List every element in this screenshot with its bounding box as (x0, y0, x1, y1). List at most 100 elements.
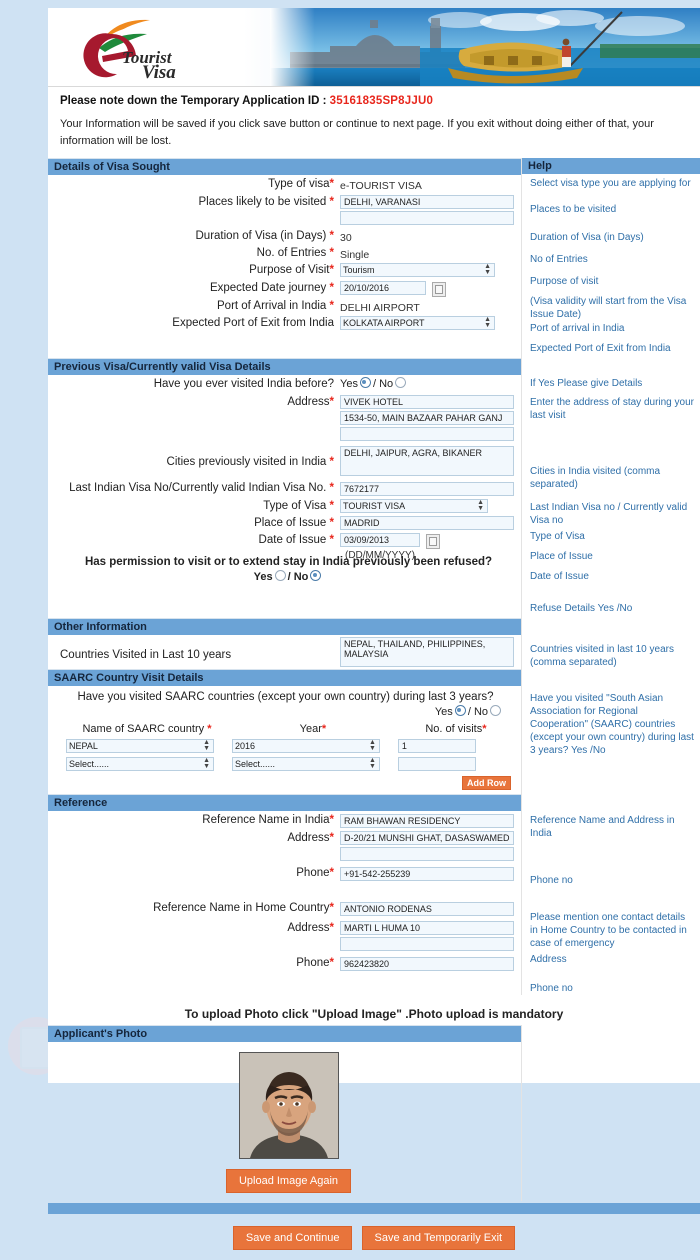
reference-name-home-input[interactable] (340, 902, 514, 917)
help-address-last-visit: Enter the address of stay during your la… (530, 397, 694, 422)
visa-sought-help: Select visa type you are applying for Pl… (522, 175, 700, 358)
required-star: * (321, 723, 327, 736)
previous-visa-type-select[interactable]: TOURIST VISA (340, 499, 488, 514)
field-purpose: Purpose of Visit* Tourism ▲ ▼ (60, 261, 517, 279)
table-row: Select...... ▲ ▼ Select...... ▲ ▼ (64, 756, 516, 774)
application-page: Tourist Visa Please note down the Tempor… (48, 8, 700, 1251)
saarc-country-select-1[interactable]: NEPAL (66, 739, 214, 754)
label-duration: Duration of Visa (in Days) (195, 230, 327, 243)
saarc-question: Have you visited SAARC countries (except… (77, 691, 494, 704)
purpose-of-visit-select[interactable]: Tourism (340, 263, 495, 278)
cities-visited-textarea[interactable]: DELHI, JAIPUR, AGRA, BIKANER (340, 446, 514, 477)
field-entries: No. of Entries * Single (60, 244, 517, 261)
reference-address-home-input-2[interactable] (340, 937, 514, 952)
saarc-country-cell-1: NEPAL ▲ ▼ (64, 738, 230, 756)
visa-sought-fields: Type of visa* e-TOURIST VISA Places like… (48, 175, 522, 359)
help-if-yes-details: If Yes Please give Details (530, 378, 643, 390)
saarc-visits-input-1[interactable] (397, 739, 476, 754)
visa-sought-header-row: Details of Visa Sought Help (48, 158, 700, 176)
port-of-exit-select[interactable]: KOLKATA AIRPORT (340, 316, 495, 331)
required-star: * (329, 902, 334, 915)
reference-address-india-input-2[interactable] (340, 847, 514, 862)
field-type-of-visa: Type of visa* e-TOURIST VISA (60, 175, 517, 192)
reference-address-india-input-1[interactable] (340, 831, 514, 846)
previous-address-input-2[interactable] (340, 411, 514, 426)
value-entries: Single (340, 249, 370, 262)
refused-answer-group: Yes / No (60, 570, 517, 587)
reference-name-india-input[interactable] (340, 814, 514, 829)
saarc-visits-input-2[interactable] (397, 757, 476, 772)
calendar-icon[interactable] (426, 534, 441, 550)
label-place-of-issue: Place of Issue (254, 517, 327, 530)
help-entries: No of Entries (530, 254, 588, 266)
visited-yes-label: Yes (340, 378, 358, 391)
reference-phone-home-input[interactable] (340, 957, 514, 972)
required-star: * (329, 196, 334, 209)
label-previous-address: Address (287, 396, 330, 409)
saarc-row: Have you visited SAARC countries (except… (48, 686, 700, 795)
saarc-country-select-2[interactable]: Select...... (66, 757, 214, 772)
other-info-fields: Countries Visited in Last 10 years NEPAL… (48, 635, 522, 670)
last-visa-no-input[interactable] (340, 482, 514, 497)
visited-no-label: No (379, 378, 394, 391)
label-visited-india-before: Have you ever visited India before? (153, 378, 334, 391)
application-notice: Please note down the Temporary Applicati… (48, 87, 700, 152)
previous-visa-fields: Have you ever visited India before? Yes /… (48, 375, 522, 619)
countries-visited-textarea[interactable]: NEPAL, THAILAND, PHILIPPINES, MALAYSIA (340, 637, 514, 668)
places-visited-input-1[interactable] (340, 195, 514, 210)
required-star: * (329, 300, 334, 313)
table-row: NEPAL ▲ ▼ 2016 ▲ ▼ (64, 738, 516, 756)
section-header-applicant-photo: Applicant's Photo (48, 1025, 521, 1043)
field-cities-visited: Cities previously visited in India * DEL… (60, 444, 517, 478)
label-type-of-visa: Type of visa (268, 178, 330, 191)
footer-bar (48, 1203, 700, 1215)
previous-address-input-1[interactable] (340, 395, 514, 410)
saarc-visits-cell-2 (396, 756, 516, 774)
reference-address-home-input-1[interactable] (340, 921, 514, 936)
svg-text:Visa: Visa (142, 62, 176, 83)
saarc-visits-cell-1 (396, 738, 516, 756)
refused-yes-radio[interactable] (274, 570, 286, 582)
field-places-visited: Places likely to be visited * (60, 191, 517, 227)
label-date-of-issue: Date of Issue (258, 534, 327, 547)
label-reference-phone-india: Phone (296, 867, 330, 880)
label-port-arrival: Port of Arrival in India (217, 300, 327, 313)
upload-image-again-button[interactable]: Upload Image Again (225, 1169, 352, 1194)
saarc-header-row: SAARC Country Visit Details (48, 669, 700, 687)
saarc-col-visits-label: No. of visits (425, 723, 483, 736)
saarc-yes-radio[interactable] (454, 705, 466, 717)
reference-row: Reference Name in India* Address* (48, 811, 700, 996)
visited-india-no-radio[interactable] (395, 377, 407, 389)
help-port-exit: Expected Port of Exit from India (530, 343, 671, 355)
calendar-icon[interactable] (432, 282, 447, 298)
section-header-other-information: Other Information (48, 618, 521, 636)
expected-date-input[interactable] (340, 281, 426, 296)
site-banner: Tourist Visa (48, 8, 700, 87)
section-header-visa-sought: Details of Visa Sought (48, 158, 521, 176)
help-header: Help (522, 158, 700, 175)
refused-no-radio[interactable] (310, 570, 322, 582)
date-of-issue-input[interactable] (340, 533, 420, 548)
other-info-header-row: Other Information (48, 618, 700, 636)
reference-phone-india-input[interactable] (340, 867, 514, 882)
save-and-continue-button[interactable]: Save and Continue (232, 1226, 353, 1251)
visited-india-yes-radio[interactable] (359, 377, 371, 389)
temporary-application-id-line: Please note down the Temporary Applicati… (60, 95, 688, 107)
place-of-issue-input[interactable] (340, 516, 514, 531)
reference-fields: Reference Name in India* Address* (48, 811, 522, 996)
saarc-no-radio[interactable] (490, 705, 501, 717)
help-reference-phone-home: Phone no (530, 983, 573, 995)
label-port-exit: Expected Port of Exit from India (172, 317, 334, 330)
label-last-visa-no: Last Indian Visa No/Currently valid Indi… (69, 482, 327, 495)
previous-address-input-3[interactable] (340, 427, 514, 442)
save-and-temporarily-exit-button[interactable]: Save and Temporarily Exit (361, 1226, 516, 1251)
field-previous-address: Address* (60, 392, 517, 444)
add-row-button[interactable]: Add Row (462, 776, 511, 791)
saarc-year-select-2[interactable]: Select...... (231, 757, 380, 772)
field-reference-phone-india: Phone* (60, 864, 517, 884)
temp-id-value: 35161835SP8JJU0 (329, 95, 434, 107)
help-reference-address-home: Address (530, 954, 567, 966)
saarc-year-select-1[interactable]: 2016 (231, 739, 380, 754)
required-star: * (329, 814, 334, 827)
places-visited-input-2[interactable] (340, 211, 514, 226)
